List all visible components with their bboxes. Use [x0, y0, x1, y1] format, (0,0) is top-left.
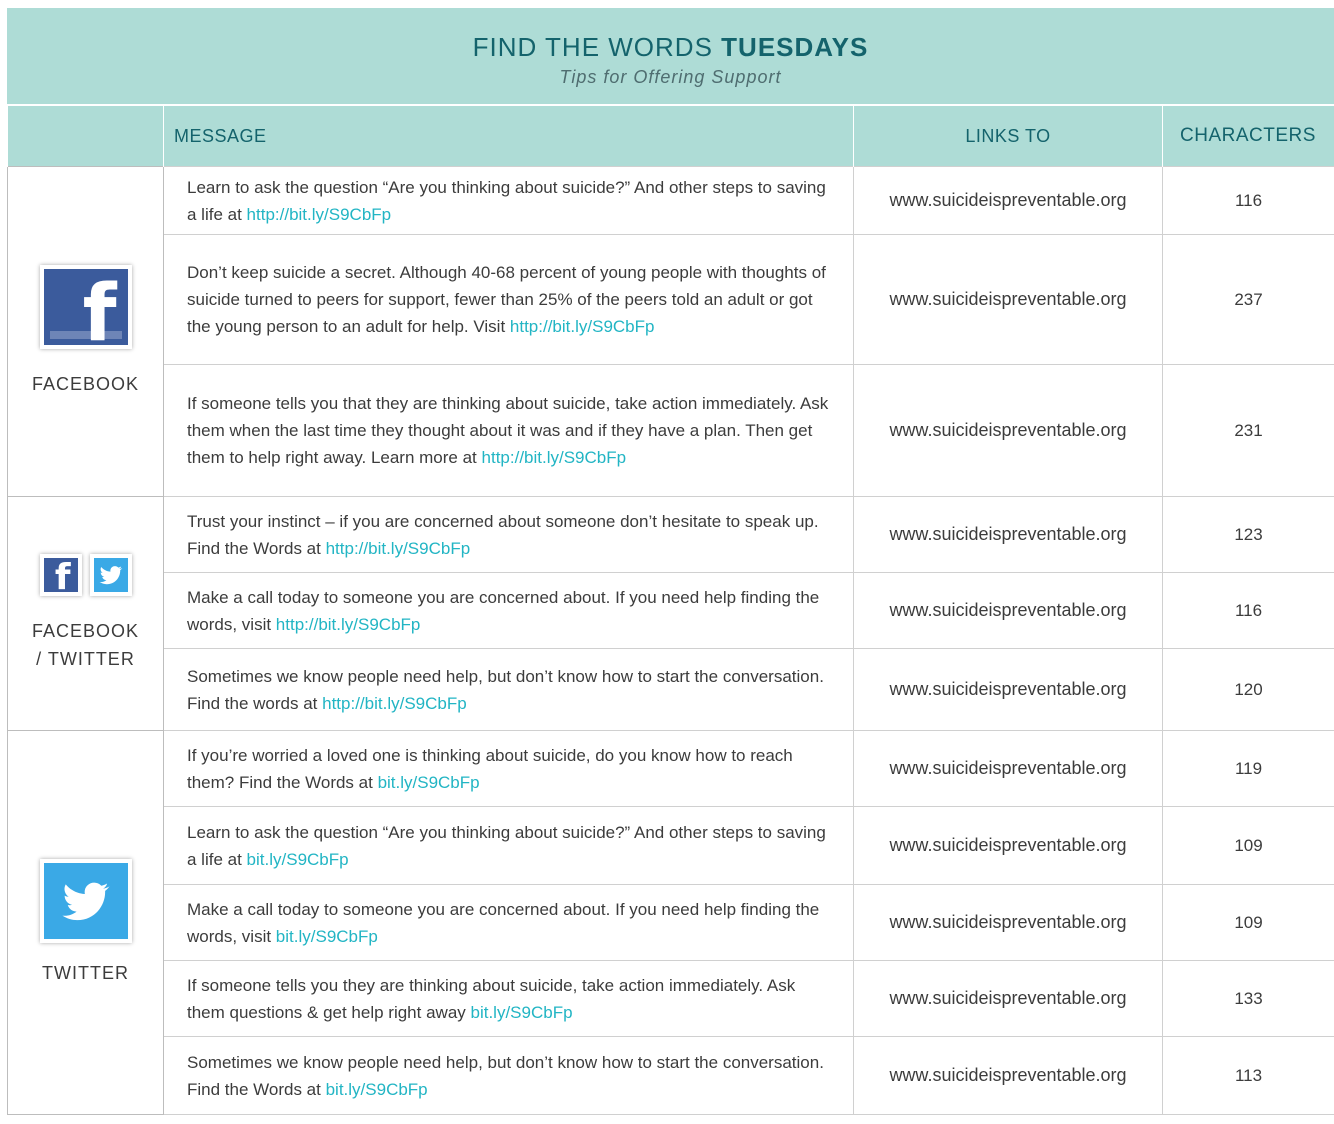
- message-cell: Learn to ask the question “Are you think…: [163, 806, 854, 885]
- table-row: f FACEBOOK Learn to ask the question “Are …: [7, 166, 1334, 497]
- title-bold: TUESDAYS: [721, 32, 869, 62]
- links-to-cell[interactable]: www.suicideispreventable.org: [853, 884, 1163, 961]
- platform-icons: [39, 858, 132, 943]
- message-cell: Learn to ask the question “Are you think…: [163, 166, 854, 235]
- column-header-links-to: LINKS TO: [853, 106, 1163, 167]
- message-cell: Sometimes we know people need help, but …: [163, 1036, 854, 1115]
- message-link[interactable]: bit.ly/S9CbFp: [326, 1080, 428, 1099]
- character-count-cell: 116: [1162, 166, 1334, 235]
- header-platform-cell: [7, 106, 164, 167]
- title-banner: FIND THE WORDS TUESDAYS Tips for Offerin…: [7, 8, 1334, 104]
- message-text: Trust your instinct – if you are concern…: [187, 511, 819, 558]
- table-row: If someone tells you they are thinking a…: [8, 960, 1334, 1037]
- table-row: Make a call today to someone you are con…: [8, 884, 1334, 961]
- character-count-cell: 116: [1162, 572, 1334, 649]
- message-table: MESSAGE LINKS TO CHARACTERS f FACEBOOK Lea…: [7, 106, 1334, 1115]
- links-to-cell[interactable]: www.suicideispreventable.org: [853, 960, 1163, 1037]
- message-text: If you’re worried a loved one is thinkin…: [187, 745, 793, 792]
- links-to-cell[interactable]: www.suicideispreventable.org: [853, 648, 1163, 731]
- title-regular: FIND THE WORDS: [472, 32, 713, 62]
- column-header-message: MESSAGE: [163, 106, 854, 167]
- table-row: Make a call today to someone you are con…: [8, 572, 1334, 649]
- message-link[interactable]: http://bit.ly/S9CbFp: [510, 317, 655, 336]
- character-count-cell: 237: [1162, 234, 1334, 365]
- links-to-cell[interactable]: www.suicideispreventable.org: [853, 364, 1163, 497]
- message-link[interactable]: bit.ly/S9CbFp: [247, 850, 349, 869]
- character-count-cell: 119: [1162, 730, 1334, 807]
- character-count-cell: 109: [1162, 806, 1334, 885]
- links-to-cell[interactable]: www.suicideispreventable.org: [853, 496, 1163, 573]
- document-page: FIND THE WORDS TUESDAYS Tips for Offerin…: [0, 0, 1334, 1124]
- platform-icons: f: [39, 554, 132, 596]
- message-link[interactable]: http://bit.ly/S9CbFp: [247, 205, 392, 224]
- message-text: Sometimes we know people need help, but …: [187, 666, 824, 713]
- message-cell: Make a call today to someone you are con…: [163, 884, 854, 961]
- platform-label: FACEBOOK: [8, 370, 163, 398]
- facebook-icon: f: [39, 265, 132, 349]
- twitter-icon: [39, 858, 132, 943]
- message-cell: If you’re worried a loved one is thinkin…: [163, 730, 854, 807]
- facebook-icon: f: [39, 554, 82, 596]
- message-link[interactable]: http://bit.ly/S9CbFp: [326, 539, 471, 558]
- table-row: If someone tells you that they are think…: [8, 364, 1334, 497]
- character-count-cell: 231: [1162, 364, 1334, 497]
- message-cell: Trust your instinct – if you are concern…: [163, 496, 854, 573]
- character-count-cell: 133: [1162, 960, 1334, 1037]
- column-header-characters: CHARACTERS: [1162, 106, 1334, 167]
- message-link[interactable]: bit.ly/S9CbFp: [276, 927, 378, 946]
- platform-label-line1: TWITTER: [42, 962, 129, 983]
- message-text: Sometimes we know people need help, but …: [187, 1052, 824, 1099]
- twitter-icon: [89, 554, 132, 596]
- message-cell: Sometimes we know people need help, but …: [163, 648, 854, 731]
- character-count-cell: 120: [1162, 648, 1334, 731]
- message-link[interactable]: http://bit.ly/S9CbFp: [276, 615, 421, 634]
- links-to-cell[interactable]: www.suicideispreventable.org: [853, 166, 1163, 235]
- table-row: Don’t keep suicide a secret. Although 40…: [8, 234, 1334, 365]
- message-link[interactable]: http://bit.ly/S9CbFp: [322, 694, 467, 713]
- table-row: TWITTER If you’re worried a loved one is …: [7, 730, 1334, 1115]
- platform-label: FACEBOOK / TWITTER: [8, 617, 163, 673]
- message-link[interactable]: http://bit.ly/S9CbFp: [482, 448, 627, 467]
- character-count-cell: 113: [1162, 1036, 1334, 1115]
- platform-label-line1: FACEBOOK: [31, 621, 140, 641]
- platform-label-line1: FACEBOOK: [31, 374, 140, 394]
- platform-icons: f: [39, 265, 132, 349]
- links-to-cell[interactable]: www.suicideispreventable.org: [853, 806, 1163, 885]
- message-link[interactable]: bit.ly/S9CbFp: [378, 773, 480, 792]
- message-link[interactable]: bit.ly/S9CbFp: [471, 1003, 573, 1022]
- links-to-cell[interactable]: www.suicideispreventable.org: [853, 234, 1163, 365]
- table-header-row: MESSAGE LINKS TO CHARACTERS: [7, 106, 1334, 167]
- platform-cell: TWITTER: [7, 730, 164, 1115]
- message-cell: If someone tells you they are thinking a…: [163, 960, 854, 1037]
- links-to-cell[interactable]: www.suicideispreventable.org: [853, 1036, 1163, 1115]
- platform-label: TWITTER: [8, 959, 163, 987]
- message-text: Don’t keep suicide a secret. Although 40…: [187, 263, 826, 336]
- message-cell: Make a call today to someone you are con…: [163, 572, 854, 649]
- page-title: FIND THE WORDS TUESDAYS: [7, 8, 1334, 63]
- platform-cell: f FACEBOOK / TWITTER: [7, 496, 164, 731]
- message-cell: If someone tells you that they are think…: [163, 364, 854, 497]
- table-row: Learn to ask the question “Are you think…: [8, 806, 1334, 885]
- platform-cell: f FACEBOOK: [7, 166, 164, 497]
- table-row: Sometimes we know people need help, but …: [8, 648, 1334, 731]
- message-cell: Don’t keep suicide a secret. Although 40…: [163, 234, 854, 365]
- links-to-cell[interactable]: www.suicideispreventable.org: [853, 730, 1163, 807]
- character-count-cell: 123: [1162, 496, 1334, 573]
- platform-label-line2: / TWITTER: [36, 649, 135, 669]
- table-row: f FACEBOOK / TWITTER Trust your instinct – …: [7, 496, 1334, 731]
- page-subtitle: Tips for Offering Support: [559, 67, 782, 87]
- table-row: Sometimes we know people need help, but …: [8, 1036, 1334, 1115]
- character-count-cell: 109: [1162, 884, 1334, 961]
- links-to-cell[interactable]: www.suicideispreventable.org: [853, 572, 1163, 649]
